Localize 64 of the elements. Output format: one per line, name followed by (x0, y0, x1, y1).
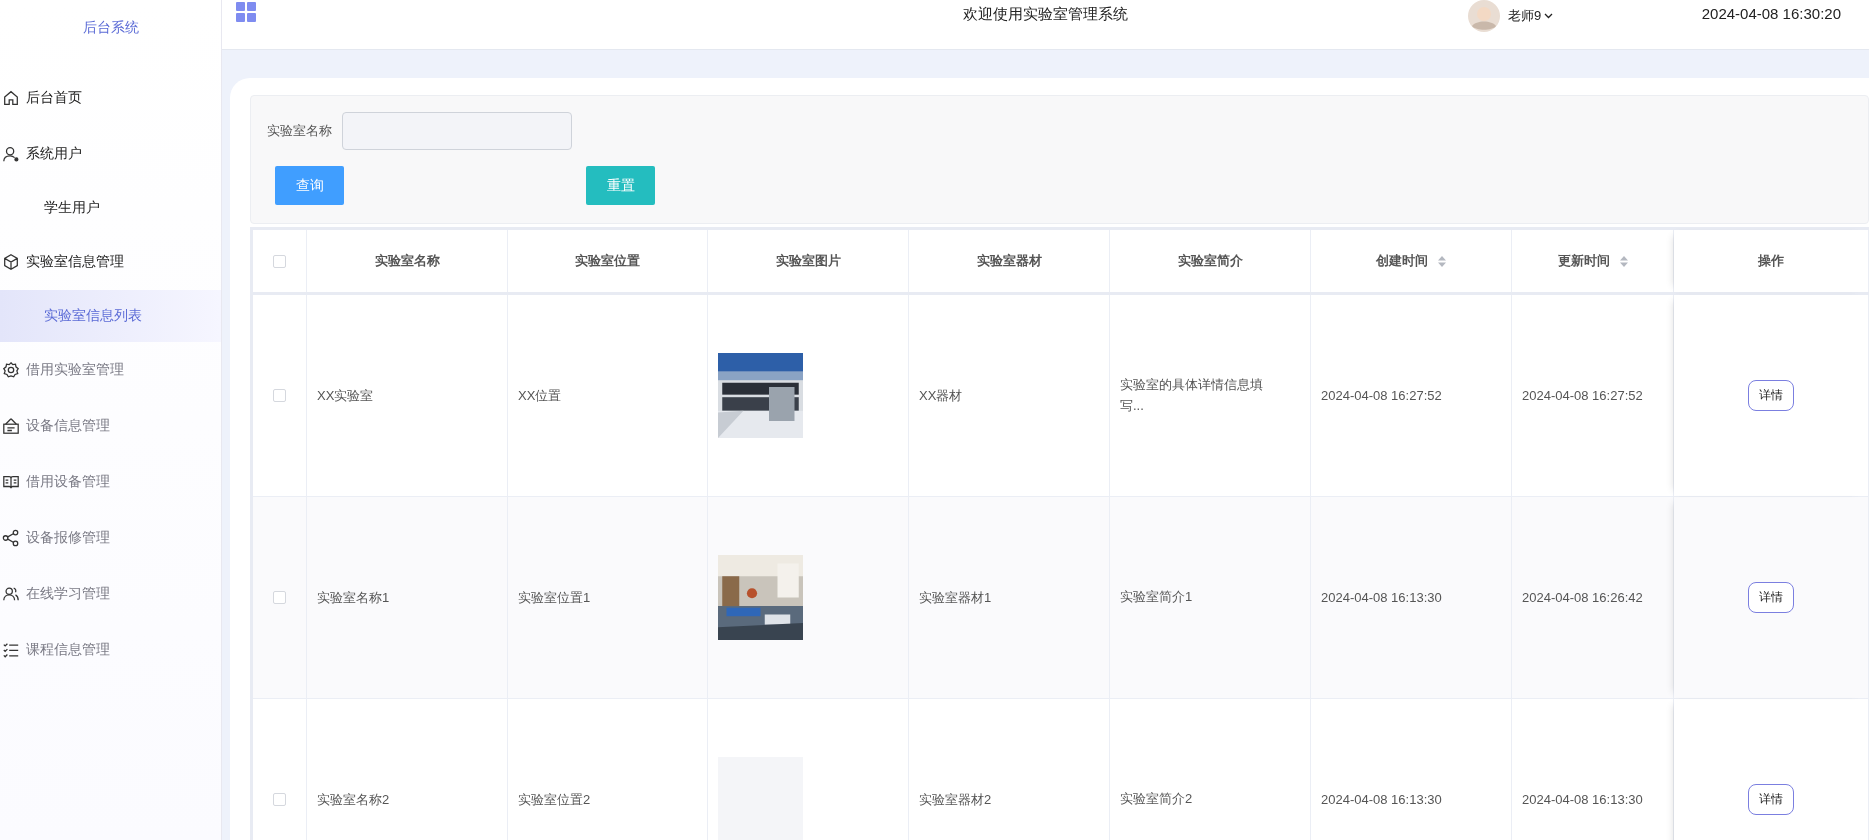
table-cell: 2024-04-08 16:27:52 (1522, 388, 1643, 403)
table-cell-text: 实验室简介1 (1120, 588, 1193, 607)
table-cell: XX实验室 (317, 386, 374, 405)
submenu-item[interactable]: 实验室信息列表 (0, 290, 221, 342)
column-header: 实验室位置 (575, 252, 640, 270)
field-label: 实验室名称 (267, 122, 332, 140)
menu-item[interactable]: 在线学习管理 (0, 566, 221, 622)
table-cell-text: 实验室简介2 (1120, 790, 1193, 809)
user-icon (2, 145, 20, 163)
table-cell-text: 实验室的具体详情信息填写... (1120, 375, 1264, 415)
book-icon (2, 473, 20, 491)
table-cell: 实验室名称1 (317, 588, 390, 607)
caret-icon (1544, 13, 1554, 19)
table-cell: 实验室器材1 (919, 588, 992, 607)
menu-item[interactable]: 实验室信息管理 (0, 234, 221, 290)
column-header[interactable]: 更新时间 (1557, 252, 1610, 270)
checklist-icon (2, 641, 20, 659)
users-icon (2, 585, 20, 603)
table-cell: 2024-04-08 16:27:52 (1321, 388, 1442, 403)
menu-item[interactable]: 设备信息管理 (0, 398, 221, 454)
sort-icon[interactable] (1619, 255, 1628, 267)
avatar[interactable] (1468, 0, 1500, 32)
checkbox[interactable] (273, 254, 286, 268)
column-header: 实验室简介 (1177, 252, 1243, 270)
datetime: 2024-04-08 16:30:20 (1701, 5, 1841, 22)
grid-icon[interactable] (236, 2, 256, 22)
checkbox[interactable] (273, 793, 286, 806)
checkbox[interactable] (273, 389, 286, 402)
table-cell: 2024-04-08 16:13:30 (1321, 590, 1442, 605)
signboard-icon (2, 417, 20, 435)
app-title: 后台系统 (82, 19, 139, 37)
submenu-item[interactable]: 学生用户 (0, 182, 221, 234)
menu-item[interactable]: 借用设备管理 (0, 454, 221, 510)
details-button[interactable]: 详情 (1748, 784, 1794, 815)
table-cell: 实验室位置2 (518, 790, 591, 809)
column-header: 操作 (1758, 252, 1784, 270)
settings-icon (2, 361, 20, 379)
table-cell: 2024-04-08 16:13:30 (1522, 792, 1643, 807)
menu-item[interactable]: 系统用户 (0, 126, 221, 182)
home-icon (2, 89, 20, 107)
table-cell: 2024-04-08 16:26:42 (1522, 590, 1643, 605)
column-header: 实验室名称 (374, 252, 440, 270)
column-header: 实验室图片 (775, 252, 841, 270)
name-field[interactable] (342, 112, 572, 150)
cube-icon (2, 253, 20, 271)
menu-item[interactable]: 课程信息管理 (0, 622, 221, 678)
table-cell: 实验室器材2 (919, 790, 992, 809)
table-cell: XX器材 (919, 386, 963, 405)
user-menu[interactable]: 老师9 (1508, 7, 1554, 25)
table-cell: 实验室位置1 (518, 588, 591, 607)
menu-item[interactable]: 后台首页 (0, 70, 221, 126)
table-cell: 2024-04-08 16:13:30 (1321, 792, 1442, 807)
details-button[interactable]: 详情 (1748, 380, 1794, 411)
share-icon (2, 529, 20, 547)
menu-item[interactable]: 设备报修管理 (0, 510, 221, 566)
menu-item[interactable]: 借用实验室管理 (0, 342, 221, 398)
column-header: 实验室器材 (976, 252, 1042, 270)
checkbox[interactable] (273, 591, 286, 604)
sort-icon[interactable] (1438, 255, 1446, 267)
table-cell: XX位置 (518, 386, 562, 405)
details-button[interactable]: 详情 (1748, 582, 1794, 613)
page-title: 欢迎使用实验室管理系统 (963, 5, 1128, 22)
table-cell: 实验室名称2 (317, 790, 390, 809)
column-header[interactable]: 创建时间 (1376, 252, 1428, 270)
